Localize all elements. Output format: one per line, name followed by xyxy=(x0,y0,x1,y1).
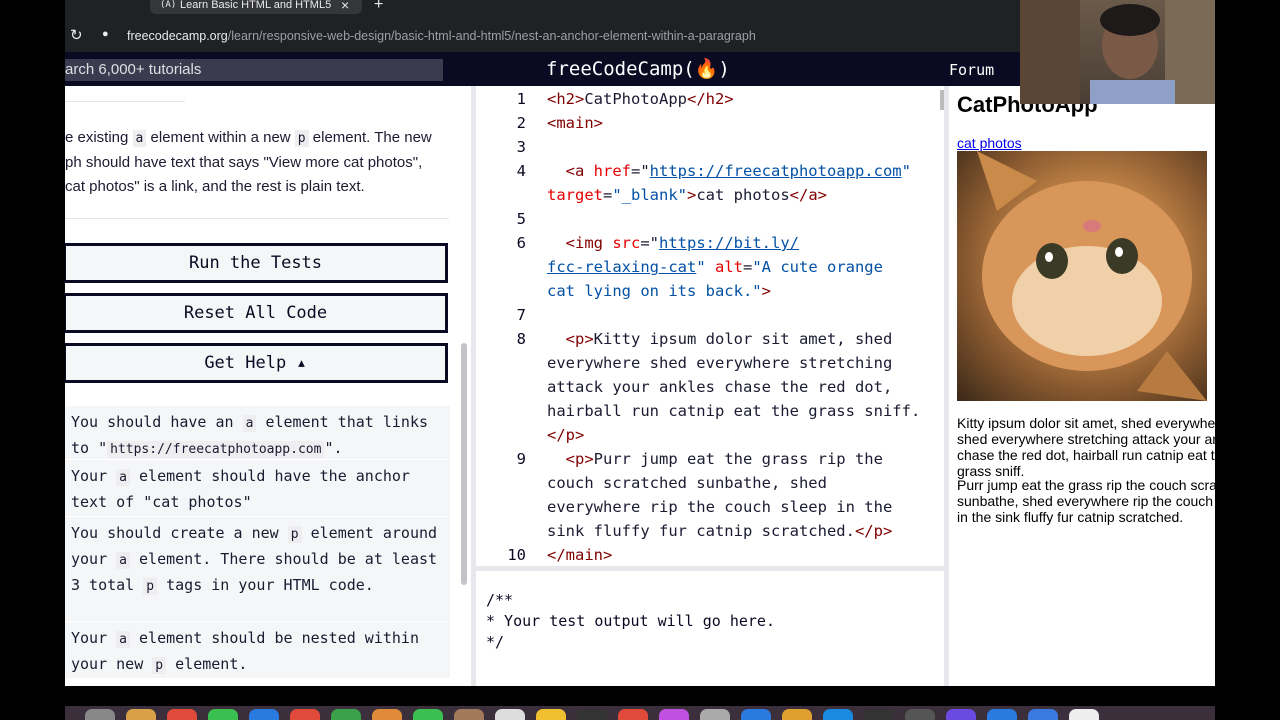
line-number: 1 xyxy=(516,90,526,108)
forum-link[interactable]: Forum xyxy=(949,61,994,79)
code-line: everywhere shed everywhere stretching xyxy=(547,354,893,372)
divider xyxy=(65,101,185,102)
line-number: 9 xyxy=(516,450,526,468)
preview-paragraph: Purr jump eat the grass rip the couch sc… xyxy=(957,477,1215,525)
test-output: /** * Your test output will go here. */ xyxy=(476,571,946,686)
challenge-description: e existing a element within a new p elem… xyxy=(65,126,460,199)
dock-app-icon[interactable] xyxy=(290,709,320,720)
code-line: couch scratched sunbathe, shed xyxy=(547,474,827,492)
test-item: You should create a new p element around… xyxy=(65,517,450,622)
line-number: 10 xyxy=(507,546,526,564)
screen-right-border xyxy=(1215,0,1280,720)
code-line: <h2>CatPhotoApp</h2> xyxy=(547,90,734,108)
fcc-logo[interactable]: freeCodeCamp(🔥) xyxy=(546,57,730,80)
preview-paragraph: Kitty ipsum dolor sit amet, shed everywh… xyxy=(957,415,1215,479)
reload-icon[interactable]: ↻ xyxy=(70,26,83,44)
code-editor[interactable]: 1 2 3 4 5 6 7 8 9 10 <h2>CatPhotoApp</h2… xyxy=(476,86,944,566)
dock-app-icon[interactable] xyxy=(85,709,115,720)
dock-app-icon[interactable] xyxy=(700,709,730,720)
dock-app-icon[interactable] xyxy=(1069,709,1099,720)
test-item: You should have an a element that links … xyxy=(65,406,450,460)
code-line: <main> xyxy=(547,114,603,132)
lock-icon: ● xyxy=(102,28,109,40)
dock-app-icon[interactable] xyxy=(331,709,361,720)
dock-app-icon[interactable] xyxy=(495,709,525,720)
fcc-favicon-icon: (A) xyxy=(160,0,177,10)
line-number: 6 xyxy=(516,234,526,252)
reset-code-button[interactable]: Reset All Code xyxy=(65,293,448,333)
code-line: cat lying on its back."> xyxy=(547,282,771,300)
get-help-button[interactable]: Get Help ▴ xyxy=(65,343,448,383)
code-line: <img src="https://bit.ly/ xyxy=(547,234,799,252)
dock-app-icon[interactable] xyxy=(782,709,812,720)
cat-image xyxy=(957,151,1207,401)
dock-app-icon[interactable] xyxy=(987,709,1017,720)
dock-app-icon[interactable] xyxy=(618,709,648,720)
screen-left-border xyxy=(0,0,65,720)
dock-app-icon[interactable] xyxy=(536,709,566,720)
code-line: everywhere rip the couch sleep in the xyxy=(547,498,893,516)
tab-title: Learn Basic HTML and HTML5 xyxy=(180,0,332,11)
code-line: target="_blank">cat photos</a> xyxy=(547,186,827,204)
code-line: <a href="https://freecatphotoapp.com" xyxy=(547,162,911,180)
code-line: <p>Kitty ipsum dolor sit amet, shed xyxy=(547,330,893,348)
line-number: 3 xyxy=(516,138,526,156)
close-tab-icon[interactable]: × xyxy=(341,0,349,13)
dock-app-icon[interactable] xyxy=(167,709,197,720)
test-item: Your a element should have the anchor te… xyxy=(65,460,450,517)
run-tests-button[interactable]: Run the Tests xyxy=(65,243,448,283)
code-line: </main> xyxy=(547,546,613,564)
code-line: <p>Purr jump eat the grass rip the xyxy=(547,450,883,468)
preview-cat-photos-link[interactable]: cat photos xyxy=(957,135,1022,151)
dock-app-icon[interactable] xyxy=(659,709,689,720)
preview-pane: CatPhotoApp cat photos Kitty ipsum dolor… xyxy=(949,86,1215,686)
line-number: 5 xyxy=(516,210,526,228)
url-path: /learn/responsive-web-design/basic-html-… xyxy=(227,29,756,43)
description-line: e existing a element within a new p elem… xyxy=(65,129,432,147)
line-number: 2 xyxy=(516,114,526,132)
code-line: </p> xyxy=(547,426,585,444)
dock-app-icon[interactable] xyxy=(1028,709,1058,720)
dock-app-icon[interactable] xyxy=(126,709,156,720)
dock-app-icon[interactable] xyxy=(864,709,894,720)
dock-app-icon[interactable] xyxy=(249,709,279,720)
description-line: ph should have text that says "View more… xyxy=(65,154,423,171)
code-line: hairball run catnip eat the grass sniff. xyxy=(547,402,921,420)
test-list: You should have an a element that links … xyxy=(65,406,450,679)
code-line: sink fluffy fur catnip scratched.</p> xyxy=(547,522,893,540)
new-tab-icon[interactable]: + xyxy=(374,0,383,14)
browser-tab[interactable]: (A) Learn Basic HTML and HTML5 xyxy=(150,0,362,14)
description-line: cat photos" is a link, and the rest is p… xyxy=(65,178,365,195)
address-bar[interactable]: freecodecamp.org/learn/responsive-web-de… xyxy=(115,24,1040,48)
instructions-pane: e existing a element within a new p elem… xyxy=(65,86,471,686)
divider xyxy=(65,218,449,219)
dock-app-icon[interactable] xyxy=(372,709,402,720)
test-item: Your a element should be nested within y… xyxy=(65,622,450,679)
webcam-overlay xyxy=(1020,0,1215,104)
search-input[interactable]: arch 6,000+ tutorials xyxy=(65,59,443,81)
dock-app-icon[interactable] xyxy=(741,709,771,720)
dock-app-icon[interactable] xyxy=(577,709,607,720)
line-number: 7 xyxy=(516,306,526,324)
dock-app-icon[interactable] xyxy=(946,709,976,720)
line-number: 4 xyxy=(516,162,526,180)
code-line: fcc-relaxing-cat" alt="A cute orange xyxy=(547,258,883,276)
dock-app-icon[interactable] xyxy=(454,709,484,720)
line-number: 8 xyxy=(516,330,526,348)
dock-app-icon[interactable] xyxy=(208,709,238,720)
instructions-scrollbar[interactable] xyxy=(461,343,467,585)
dock-app-icon[interactable] xyxy=(413,709,443,720)
code-line: attack your ankles chase the red dot, xyxy=(547,378,893,396)
dock-app-icon[interactable] xyxy=(823,709,853,720)
url-host: freecodecamp.org xyxy=(127,29,228,43)
dock-app-icon[interactable] xyxy=(905,709,935,720)
